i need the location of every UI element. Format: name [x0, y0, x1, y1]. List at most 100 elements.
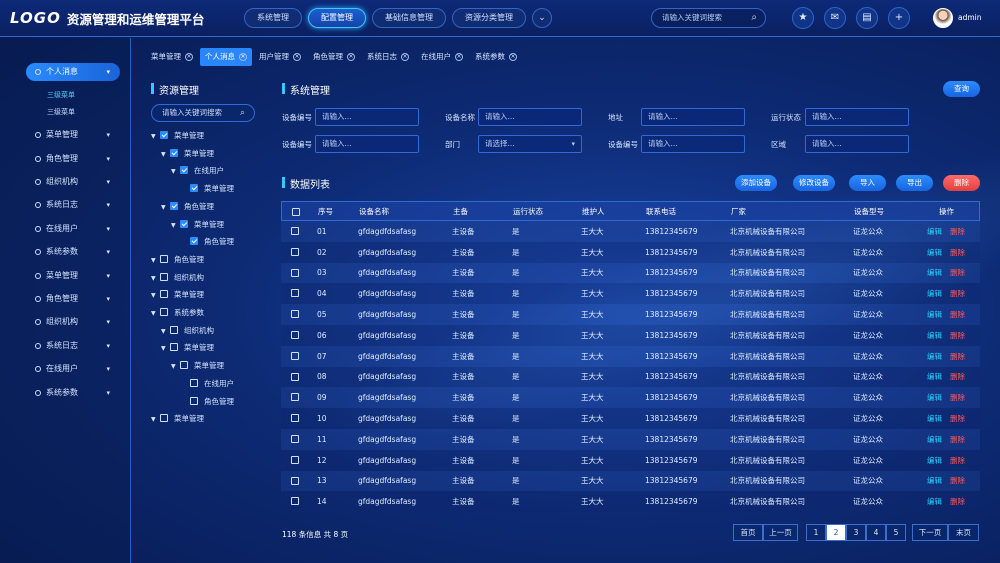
checkbox[interactable]	[170, 201, 178, 210]
tab-4[interactable]: 系统日志 ×	[362, 48, 414, 66]
edit-link[interactable]: 编辑	[927, 268, 942, 277]
checkbox[interactable]	[190, 237, 198, 246]
tree-node[interactable]: ▼ 菜单管理	[171, 219, 224, 231]
edit-link[interactable]: 编辑	[927, 372, 942, 381]
nav-item-1[interactable]: 配置管理	[308, 8, 366, 28]
caret-down-icon[interactable]: ▼	[151, 290, 160, 302]
checkbox[interactable]	[170, 325, 178, 334]
delete-link[interactable]: 删除	[950, 268, 965, 277]
checkbox[interactable]	[160, 308, 168, 316]
checkbox[interactable]	[190, 378, 198, 387]
nav-item-2[interactable]: 基础信息管理	[372, 8, 446, 28]
delete-link[interactable]: 删除	[950, 435, 965, 444]
star-icon[interactable]: ★	[792, 7, 814, 29]
search-icon[interactable]: ⌕	[751, 9, 757, 27]
tree-node[interactable]: ▼ 菜单管理	[151, 130, 204, 142]
checkbox[interactable]	[190, 396, 198, 405]
list-button-1[interactable]: 修改设备	[793, 175, 835, 191]
delete-link[interactable]: 删除	[950, 497, 965, 506]
delete-link[interactable]: 删除	[950, 414, 965, 423]
caret-down-icon[interactable]: ▼	[171, 361, 180, 373]
tab-3[interactable]: 角色管理 ×	[308, 48, 360, 66]
close-icon[interactable]: ×	[239, 53, 247, 61]
row-checkbox[interactable]	[291, 289, 299, 298]
delete-link[interactable]: 删除	[950, 372, 965, 381]
sidebar-item-11[interactable]: 在线用户 ▾	[26, 360, 120, 378]
nav-item-3[interactable]: 资源分类管理	[452, 8, 526, 28]
row-checkbox[interactable]	[291, 268, 299, 277]
checkbox[interactable]	[160, 290, 168, 299]
tree-node[interactable]: ▼ 菜单管理	[151, 413, 204, 425]
sidebar-item-5[interactable]: 在线用户 ▾	[26, 220, 120, 238]
delete-link[interactable]: 删除	[950, 352, 965, 361]
tab-6[interactable]: 系统参数 ×	[470, 48, 522, 66]
edit-link[interactable]: 编辑	[927, 352, 942, 361]
sidebar-subitem-0[interactable]: 三级菜单	[47, 90, 75, 100]
caret-down-icon[interactable]: ▼	[161, 149, 170, 161]
caret-down-icon[interactable]: ▼	[151, 308, 160, 320]
filter-input[interactable]: 请输入...	[805, 108, 909, 126]
sidebar-item-4[interactable]: 系统日志 ▾	[26, 196, 120, 214]
edit-link[interactable]: 编辑	[927, 414, 942, 423]
search-icon[interactable]: ⌕	[240, 105, 245, 121]
list-button-4[interactable]: 删除	[943, 175, 980, 191]
row-checkbox[interactable]	[291, 372, 299, 381]
row-checkbox[interactable]	[291, 414, 299, 423]
caret-down-icon[interactable]: ▼	[161, 326, 170, 338]
sidebar-item-2[interactable]: 角色管理 ▾	[26, 150, 120, 168]
edit-link[interactable]: 编辑	[927, 435, 942, 444]
row-checkbox[interactable]	[291, 310, 299, 319]
row-checkbox[interactable]	[291, 476, 299, 485]
tree-node[interactable]: ▼ 组织机构	[151, 272, 204, 284]
sidebar-item-9[interactable]: 组织机构 ▾	[26, 313, 120, 331]
row-checkbox[interactable]	[291, 434, 299, 443]
row-checkbox[interactable]	[291, 330, 299, 339]
delete-link[interactable]: 删除	[950, 331, 965, 340]
header-search-input[interactable]: 请输入关键词搜索 ⌕	[651, 8, 766, 28]
sidebar-item-3[interactable]: 组织机构 ▾	[26, 173, 120, 191]
delete-link[interactable]: 删除	[950, 393, 965, 402]
sidebar-subitem-1[interactable]: 三级菜单	[47, 107, 75, 117]
caret-down-icon[interactable]: ▼	[151, 273, 160, 285]
delete-link[interactable]: 删除	[950, 310, 965, 319]
caret-down-icon[interactable]: ▼	[171, 166, 180, 178]
tree-node[interactable]: ▼ 菜单管理	[161, 148, 214, 160]
page-button[interactable]: 3	[846, 524, 866, 541]
tree-node[interactable]: ▼ 角色管理	[161, 201, 214, 213]
tree-node[interactable]: ▼ 系统参数	[151, 307, 204, 319]
checkbox[interactable]	[160, 272, 168, 281]
message-icon[interactable]: ▤	[856, 7, 878, 29]
checkbox[interactable]	[160, 131, 168, 139]
department-select[interactable]: 请选择... ▾	[478, 135, 582, 153]
select-all-checkbox[interactable]	[292, 208, 300, 216]
chevron-down-icon[interactable]: ⌄	[532, 8, 552, 28]
filter-input[interactable]: 请输入...	[315, 135, 419, 153]
tree-node[interactable]: ▼ 菜单管理	[171, 360, 224, 372]
tree-node[interactable]: ▼ 菜单管理	[151, 289, 204, 301]
row-checkbox[interactable]	[291, 227, 299, 235]
page-button[interactable]: 5	[886, 524, 906, 541]
last-page-button[interactable]: 末页	[948, 524, 979, 541]
tree-node[interactable]: 角色管理	[181, 396, 234, 408]
sidebar-item-0[interactable]: 个人消息 ▾	[26, 63, 120, 81]
checkbox[interactable]	[190, 184, 198, 193]
edit-link[interactable]: 编辑	[927, 289, 942, 298]
row-checkbox[interactable]	[291, 351, 299, 360]
list-button-3[interactable]: 导出	[896, 175, 933, 191]
filter-input[interactable]: 请输入...	[805, 135, 909, 153]
filter-input[interactable]: 请输入...	[478, 108, 582, 126]
tree-node[interactable]: 菜单管理	[181, 183, 234, 195]
caret-down-icon[interactable]: ▼	[171, 220, 180, 232]
plus-icon[interactable]: +	[888, 7, 910, 29]
close-icon[interactable]: ×	[509, 53, 517, 61]
sidebar-item-12[interactable]: 系统参数 ▾	[26, 384, 120, 402]
tree-node[interactable]: ▼ 组织机构	[161, 325, 214, 337]
filter-input[interactable]: 请输入...	[641, 135, 745, 153]
caret-down-icon[interactable]: ▼	[161, 202, 170, 214]
list-button-2[interactable]: 导入	[849, 175, 886, 191]
caret-down-icon[interactable]: ▼	[161, 343, 170, 355]
edit-link[interactable]: 编辑	[927, 393, 942, 402]
delete-link[interactable]: 删除	[950, 248, 965, 257]
checkbox[interactable]	[170, 148, 178, 157]
query-button[interactable]: 查询	[943, 81, 980, 97]
